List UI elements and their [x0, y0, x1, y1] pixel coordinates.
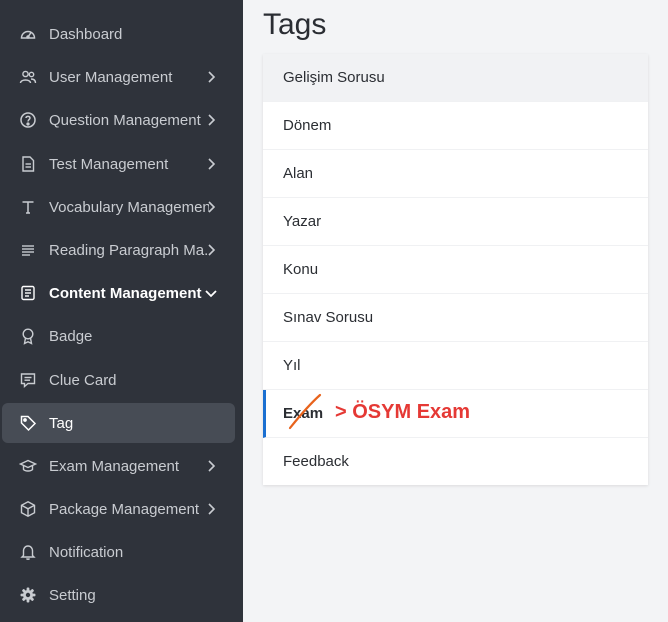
tag-list-item[interactable]: Konu	[263, 246, 648, 294]
strikethrough-mark	[288, 393, 322, 430]
annotation-text: > ÖSYM Exam	[335, 401, 471, 423]
sidebar-item-exam-management[interactable]: Exam Management	[2, 446, 235, 486]
tag-list-item[interactable]: Yazar	[263, 198, 648, 246]
sidebar-item-question-management[interactable]: Question Management	[2, 100, 235, 140]
sidebar-item-tag[interactable]: Tag	[2, 403, 235, 443]
tag-label: Yıl	[283, 357, 301, 374]
chevron-right-icon	[203, 156, 219, 172]
sidebar-item-label: Tag	[49, 414, 74, 432]
sidebar-item-package-management[interactable]: Package Management	[2, 489, 235, 529]
tag-label: Feedback	[283, 452, 349, 470]
sidebar-item-badge[interactable]: Badge	[2, 316, 235, 356]
text-icon	[19, 198, 37, 216]
sidebar-item-content-management[interactable]: Content Management	[2, 273, 235, 313]
sidebar-item-label: Notification	[49, 543, 124, 561]
sidebar-item-dashboard[interactable]: Dashboard	[2, 14, 235, 54]
sidebar-item-label: Question Management	[49, 111, 201, 129]
tag-label: Gelişim Sorusu	[283, 69, 385, 86]
sidebar-item-label: Clue Card	[49, 371, 117, 389]
chevron-right-icon	[203, 199, 219, 215]
sidebar-item-label: Exam Management	[49, 457, 180, 475]
content-icon	[19, 284, 37, 302]
tag-label: Sınav Sorusu	[283, 309, 374, 326]
bell-icon	[19, 543, 37, 561]
chevron-right-icon	[203, 242, 219, 258]
tag-label: Yazar	[283, 213, 322, 230]
chevron-right-icon	[203, 112, 219, 128]
sidebar-item-label: Setting	[49, 586, 96, 604]
paragraph-icon	[19, 241, 37, 259]
page-title: Tags	[263, 8, 327, 41]
tag-list-item[interactable]: Yıl	[263, 342, 648, 390]
sidebar-item-notification[interactable]: Notification	[2, 532, 235, 572]
tag-list-item[interactable]: Gelişim Sorusu	[263, 54, 648, 102]
sidebar-item-label: Dashboard	[49, 25, 123, 43]
sidebar-item-label: User Management	[49, 68, 173, 86]
sidebar-item-label: Package Management	[49, 500, 200, 518]
tag-label: Alan	[283, 165, 314, 182]
question-icon	[19, 111, 37, 129]
gear-icon	[19, 586, 37, 604]
chevron-down-icon	[203, 285, 219, 301]
sidebar-item-vocabulary-management[interactable]: Vocabulary Management	[2, 187, 235, 227]
badge-icon	[19, 327, 37, 345]
sidebar-item-user-management[interactable]: User Management	[2, 57, 235, 97]
dashboard-icon	[19, 25, 37, 43]
sidebar-item-setting[interactable]: Setting	[2, 575, 235, 615]
chevron-right-icon	[203, 458, 219, 474]
users-icon	[19, 68, 37, 86]
sidebar-item-test-management[interactable]: Test Management	[2, 144, 235, 184]
sidebar: Dashboard User Management Question Manag…	[0, 0, 243, 622]
tag-list-item[interactable]: Sınav Sorusu	[263, 294, 648, 342]
tag-icon	[19, 414, 37, 432]
sidebar-item-label: Vocabulary Management	[49, 198, 209, 216]
tag-list-item[interactable]: Feedback	[263, 437, 648, 485]
sidebar-item-label: Reading Paragraph Ma...	[49, 241, 209, 259]
graduation-icon	[19, 457, 37, 475]
package-icon	[19, 500, 37, 518]
tag-list-item[interactable]: Dönem	[263, 102, 648, 150]
sidebar-item-clue-card[interactable]: Clue Card	[2, 360, 235, 400]
document-icon	[19, 155, 37, 173]
tag-label: Dönem	[283, 117, 332, 134]
sidebar-item-label: Test Management	[49, 155, 169, 173]
chevron-right-icon	[203, 69, 219, 85]
chevron-right-icon	[203, 501, 219, 517]
sidebar-item-label: Content Management	[49, 284, 202, 302]
card-icon	[19, 371, 37, 389]
tag-label: Konu	[283, 261, 319, 278]
sidebar-item-reading-paragraph[interactable]: Reading Paragraph Ma...	[2, 230, 235, 270]
tag-list-item[interactable]: Alan	[263, 150, 648, 198]
sidebar-item-label: Badge	[49, 327, 93, 345]
